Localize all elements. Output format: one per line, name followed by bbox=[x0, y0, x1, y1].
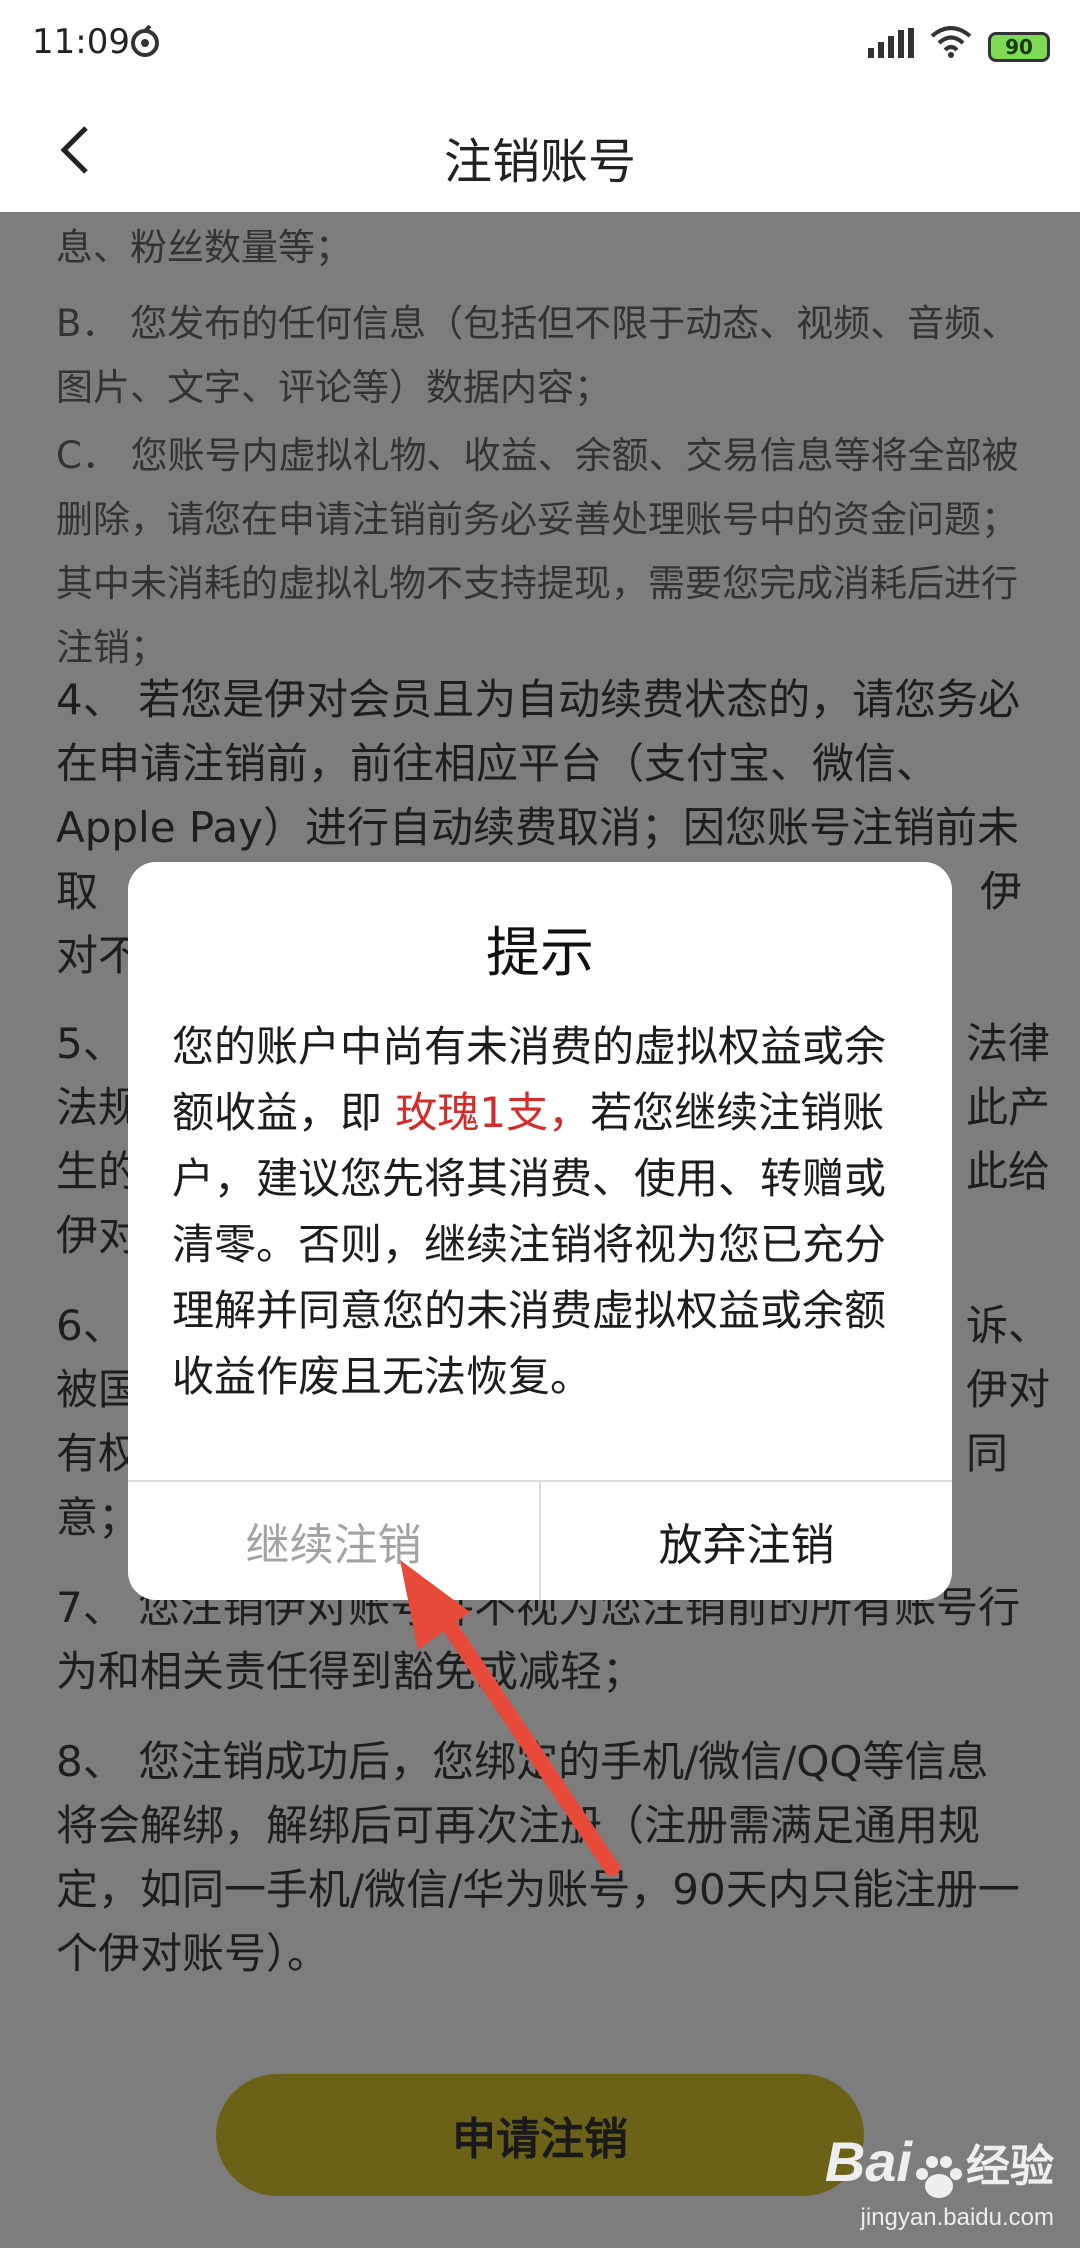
watermark-suffix: 经验 bbox=[966, 2142, 1054, 2191]
baidu-jingyan-watermark: Bai 经验 jingyan.baidu.com bbox=[825, 2130, 1054, 2232]
paragraph-4-fragment: 伊 bbox=[980, 867, 1023, 916]
status-bar: 11:09 90 bbox=[0, 0, 1080, 90]
tip-dialog: 提示 您的账户中尚有未消费的虚拟权益或余额收益，即 玫瑰1支，若您继续注销账户，… bbox=[128, 862, 952, 1600]
nav-bar: 注销账号 bbox=[0, 90, 1080, 212]
app-notification-icon bbox=[128, 24, 162, 67]
paragraph-5-fragment: 此产 bbox=[966, 1083, 1051, 1132]
dialog-title: 提示 bbox=[486, 921, 594, 984]
paragraph-a-tail: 息、粉丝数量等； bbox=[56, 226, 352, 269]
signal-icon bbox=[868, 27, 914, 67]
paragraph-6-fragment: 伊对 bbox=[966, 1365, 1051, 1414]
paragraph-5-fragment: 法律 bbox=[966, 1019, 1051, 1068]
status-time: 11:09 bbox=[32, 22, 130, 62]
watermark-brand: Bai bbox=[824, 2130, 912, 2193]
abandon-cancel-button[interactable]: 放弃注销 bbox=[541, 1482, 952, 1600]
watermark-url: jingyan.baidu.com bbox=[860, 2203, 1054, 2231]
paragraph-c: C． 您账号内虚拟礼物、收益、余额、交易信息等将全部被删除，请您在申请注销前务必… bbox=[56, 434, 1019, 669]
page-title: 注销账号 bbox=[443, 134, 636, 190]
paw-icon bbox=[912, 2152, 966, 2202]
apply-cancel-account-button[interactable]: 申请注销 bbox=[216, 2074, 864, 2196]
wifi-icon bbox=[930, 26, 972, 67]
paragraph-b: B． 您发布的任何信息（包括但不限于动态、视频、音频、图片、文字、评论等）数据内… bbox=[56, 302, 1019, 409]
battery-icon: 90 bbox=[988, 31, 1050, 62]
paragraph-8: 8、 您注销成功后，您绑定的手机/微信/QQ等信息将会解绑，解绑后可再次注册（注… bbox=[56, 1737, 1020, 1978]
paragraph-6-fragment: 同 bbox=[966, 1429, 1009, 1478]
dialog-message: 您的账户中尚有未消费的虚拟权益或余额收益，即 玫瑰1支，若您继续注销账户，建议您… bbox=[172, 1014, 912, 1410]
continue-cancel-button[interactable]: 继续注销 bbox=[128, 1482, 539, 1600]
paragraph-5-fragment: 此给 bbox=[966, 1147, 1051, 1196]
paragraph-6-fragment: 诉、 bbox=[966, 1301, 1051, 1350]
dialog-highlight: 玫瑰1支， bbox=[395, 1088, 591, 1137]
status-icons: 90 bbox=[868, 26, 1050, 67]
